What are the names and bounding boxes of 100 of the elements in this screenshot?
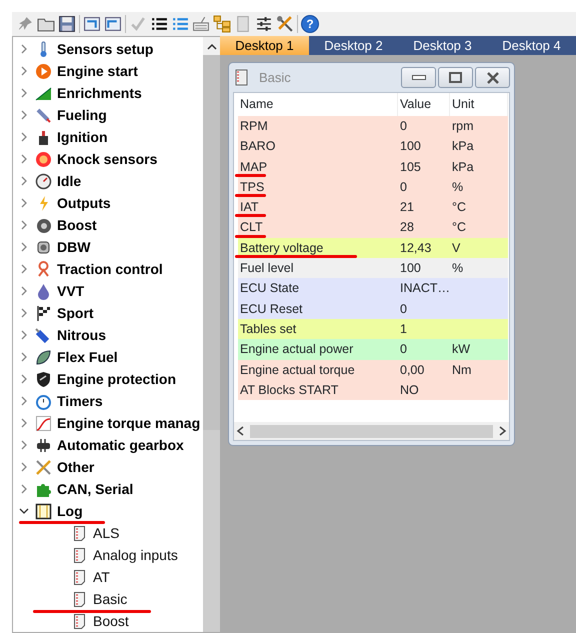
tree-item[interactable]: VVT xyxy=(57,280,84,302)
table-cell: kPa xyxy=(450,156,508,177)
table-cell: V xyxy=(450,238,508,258)
table-cell: °C xyxy=(450,217,508,238)
scrollbar-thumb[interactable] xyxy=(203,55,220,430)
table-cell: AT Blocks START xyxy=(238,380,398,400)
maximize-button[interactable] xyxy=(438,67,473,88)
table-cell: 0,00 xyxy=(398,360,450,380)
tree-item[interactable]: Engine start xyxy=(57,60,138,82)
table-cell: CLT xyxy=(238,217,398,238)
window-icon[interactable] xyxy=(104,15,122,33)
table-cell: ECU State xyxy=(238,278,398,299)
tree-item[interactable]: Knock sensors xyxy=(57,148,158,170)
tree-item[interactable]: Sport xyxy=(57,302,94,324)
document-icon xyxy=(71,568,88,586)
table-cell: BARO xyxy=(238,136,398,157)
tree-item[interactable]: Engine torque manag xyxy=(57,412,200,434)
save-icon[interactable] xyxy=(58,15,76,33)
tree-item[interactable]: Outputs xyxy=(57,192,111,214)
tree-item[interactable]: Other xyxy=(57,456,94,478)
table-cell: 0 xyxy=(398,176,450,198)
gauge-icon xyxy=(35,172,52,190)
table-cell: Battery voltage xyxy=(238,238,398,258)
document-icon xyxy=(71,524,88,542)
tree-item[interactable]: Traction control xyxy=(57,258,163,280)
close-icon xyxy=(486,72,500,84)
folders-icon[interactable] xyxy=(213,15,231,33)
log-icon xyxy=(35,502,52,520)
document-icon xyxy=(71,546,88,564)
desktop-tab[interactable]: Desktop 3 xyxy=(398,36,487,55)
tree-item[interactable]: Nitrous xyxy=(57,324,106,346)
table-cell: 1 xyxy=(398,318,450,340)
tree-item[interactable]: Log xyxy=(57,500,83,522)
tree-item[interactable]: Basic xyxy=(93,588,128,610)
table-cell: Engine actual torque xyxy=(238,360,398,380)
curve-chart-icon xyxy=(35,414,52,432)
tree-item[interactable]: Boost xyxy=(93,610,129,632)
table-cell: Fuel level xyxy=(238,258,398,278)
document-icon xyxy=(71,590,88,608)
table-cell: TPS xyxy=(238,176,398,198)
tree-item[interactable]: Boost xyxy=(57,214,97,236)
keyboard-icon[interactable] xyxy=(192,15,210,33)
tree-item[interactable]: AT xyxy=(93,566,110,588)
sliders-icon[interactable] xyxy=(255,15,273,33)
gearbox-icon xyxy=(35,436,52,454)
window-title: Basic xyxy=(259,68,291,87)
tree-item[interactable]: ALS xyxy=(93,522,120,544)
tree-item[interactable]: Engine protection xyxy=(57,368,176,390)
table-cell: 100 xyxy=(398,258,450,278)
minimize-icon xyxy=(412,75,426,80)
play-icon xyxy=(35,62,52,80)
tree-item[interactable]: Enrichments xyxy=(57,82,142,104)
tree-item[interactable]: DBW xyxy=(57,236,90,258)
table-cell: % xyxy=(450,176,508,198)
table-cell: RPM xyxy=(238,116,398,136)
table-cell: NO xyxy=(398,380,450,400)
tree-item[interactable]: Idle xyxy=(57,170,82,192)
ramp-icon xyxy=(35,84,52,102)
bottle-icon xyxy=(35,326,52,344)
help-button[interactable]: ? xyxy=(301,15,319,33)
check-icon[interactable] xyxy=(129,15,147,33)
table-cell: 0 xyxy=(398,339,450,360)
turbo-icon xyxy=(35,216,52,234)
table-cell: ECU Reset xyxy=(238,298,398,319)
table-cell: 12,43 xyxy=(398,238,450,258)
tree-item[interactable]: Analog inputs xyxy=(93,544,178,566)
table-cell: rpm xyxy=(450,116,508,136)
throttle-icon xyxy=(35,238,52,256)
tree-item[interactable]: Fueling xyxy=(57,104,107,126)
desktop-tab[interactable]: Desktop 4 xyxy=(487,36,576,55)
desktop-tab[interactable]: Desktop 2 xyxy=(309,36,398,55)
table-cell: kW xyxy=(450,339,508,360)
scrollbar-thumb[interactable] xyxy=(250,424,493,438)
window-icon[interactable] xyxy=(83,15,101,33)
table-cell: 100 xyxy=(398,136,450,157)
close-button[interactable] xyxy=(475,67,510,88)
table-cell: 105 xyxy=(398,156,450,177)
desktop-tab[interactable]: Desktop 1 xyxy=(220,36,309,55)
table-cell: kPa xyxy=(450,136,508,157)
tree-item[interactable]: Timers xyxy=(57,390,103,412)
table-cell: 0 xyxy=(398,298,450,319)
tools-icon[interactable] xyxy=(276,15,294,33)
table-cell: Nm xyxy=(450,360,508,380)
document-icon xyxy=(71,612,88,630)
list-icon[interactable] xyxy=(150,15,168,33)
table-cell: Engine actual power xyxy=(238,339,398,360)
explosion-icon xyxy=(35,150,52,168)
table-cell: IAT xyxy=(238,197,398,218)
table-cell: 21 xyxy=(398,197,450,218)
tree-item[interactable]: Automatic gearbox xyxy=(57,434,184,456)
drop-icon xyxy=(35,282,52,300)
tools-icon xyxy=(35,458,52,476)
table-cell: MAP xyxy=(238,156,398,177)
leaf-icon xyxy=(35,348,52,366)
tree-item[interactable]: Sensors setup xyxy=(57,38,154,60)
minimize-button[interactable] xyxy=(401,67,436,88)
tree-item[interactable]: Ignition xyxy=(57,126,108,148)
table-cell: Tables set xyxy=(238,318,398,340)
tree-item[interactable]: Flex Fuel xyxy=(57,346,118,368)
tree-item[interactable]: CAN, Serial xyxy=(57,478,134,500)
